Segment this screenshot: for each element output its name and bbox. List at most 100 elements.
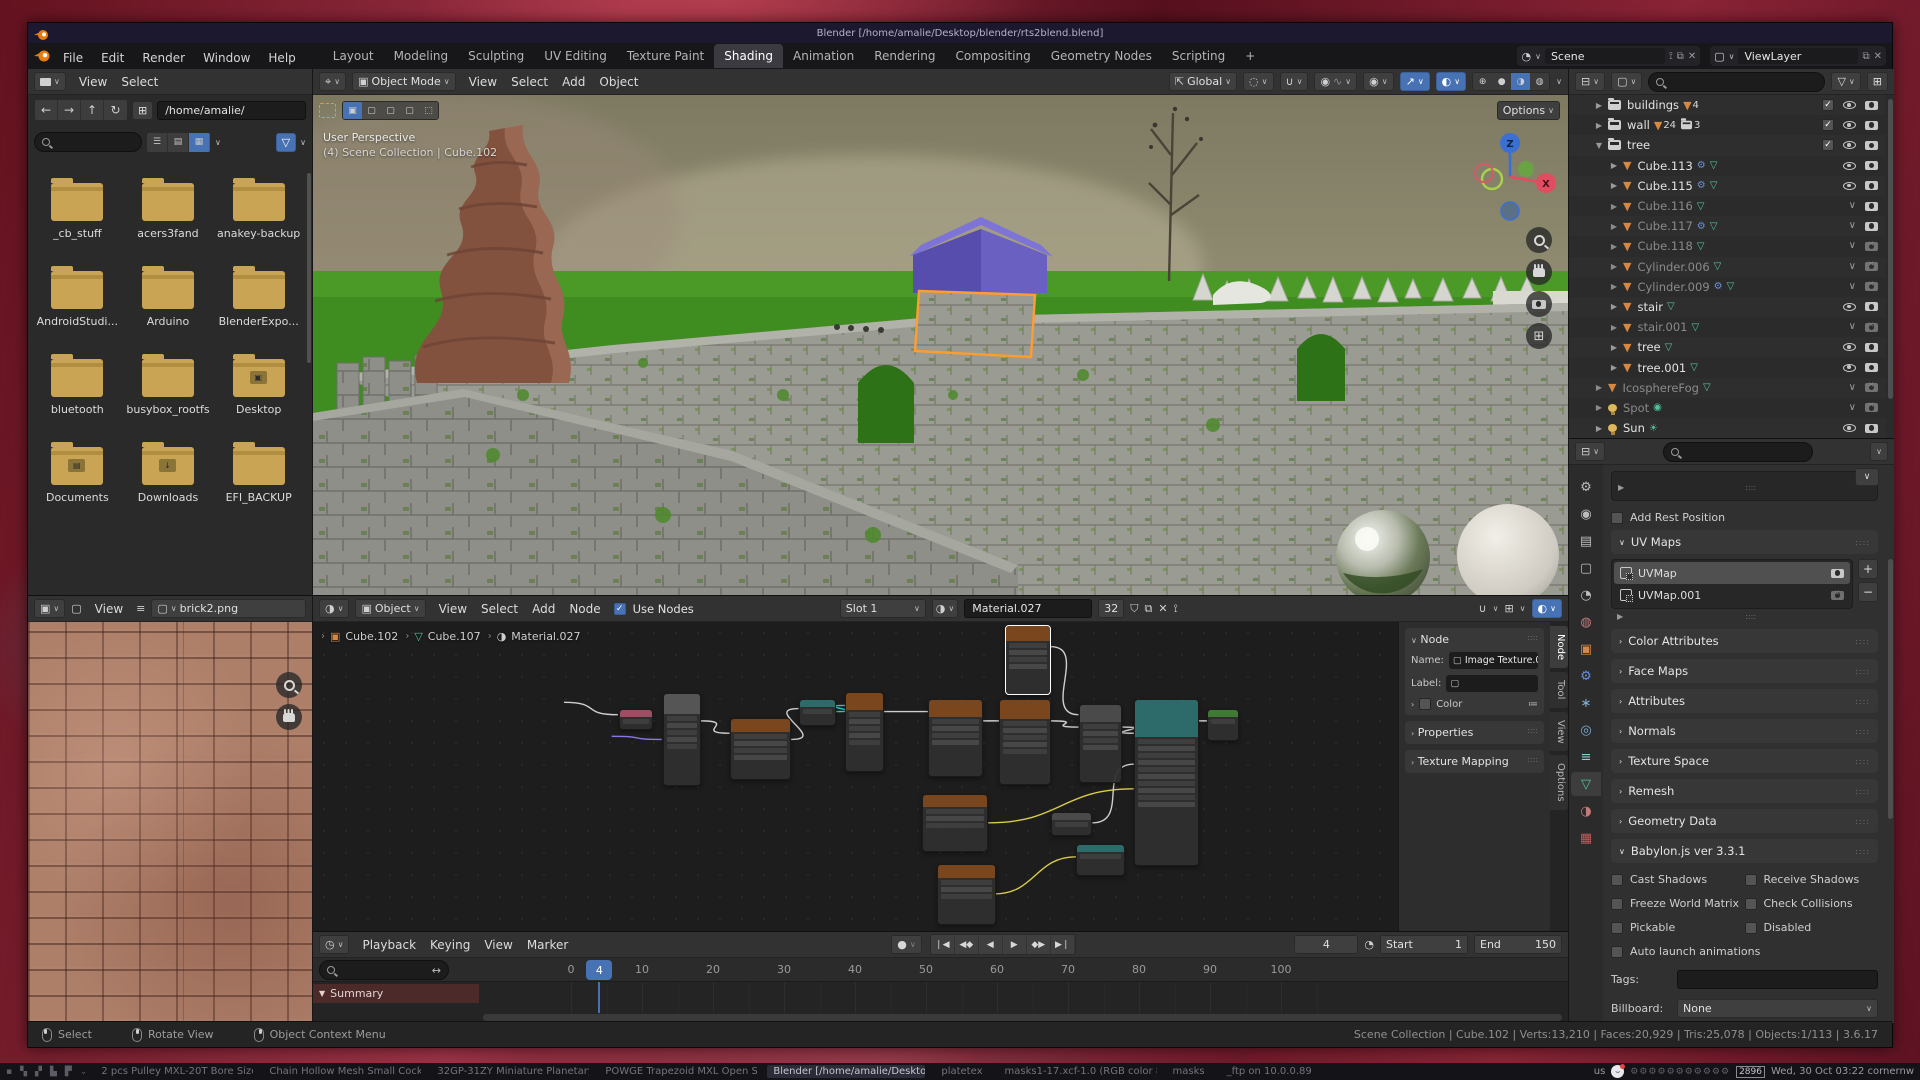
folder-item[interactable]: Arduino — [125, 271, 211, 359]
menu-item[interactable]: Edit — [92, 47, 133, 69]
shader-node[interactable] — [730, 718, 791, 780]
select-box-tool-icon[interactable] — [319, 103, 336, 118]
render-camera-toggle[interactable] — [1865, 141, 1878, 150]
scrollbar[interactable] — [1888, 99, 1893, 399]
collapsed-panel[interactable]: › Texture Mapping:::: — [1405, 750, 1544, 773]
properties-tab[interactable]: ◑ — [1571, 799, 1601, 823]
taskbar-task[interactable]: _ftp on 10.0.0.89 — [1221, 1065, 1318, 1078]
shader-node[interactable] — [799, 699, 837, 726]
properties-tab[interactable]: ◍ — [1571, 610, 1601, 634]
outliner-row[interactable]: ▶ ▼ Cube.117 ⚙ ▽ ∨ — [1569, 216, 1886, 236]
properties-tab[interactable]: ◎ — [1571, 718, 1601, 742]
jump-to-end-button[interactable]: ▶❘ — [1051, 935, 1075, 954]
node-name-field[interactable]: ▢Image Texture.004 — [1449, 652, 1538, 669]
billboard-dropdown[interactable]: None∨ — [1677, 999, 1878, 1018]
outliner-row[interactable]: ▶ ▼ Cube.115 ⚙ ▽ — [1569, 176, 1886, 196]
close-icon[interactable]: ✕ — [1688, 51, 1696, 62]
shader-node[interactable] — [1207, 709, 1240, 741]
menu-item[interactable]: Add — [525, 599, 562, 619]
menu-item[interactable]: View — [432, 599, 474, 619]
workspace-tab[interactable]: Sculpting — [458, 44, 534, 68]
taskbar-task[interactable]: masks1-17.xcf-1.0 (RGB color 8-bit... — [999, 1065, 1157, 1078]
display-list-icon[interactable]: ☰ — [147, 133, 168, 152]
material-users-button[interactable]: 32 — [1098, 599, 1124, 618]
workspace-tab[interactable]: Modeling — [384, 44, 459, 68]
node-canvas[interactable] — [313, 622, 1568, 931]
material-browse-button[interactable]: ◑∨ — [932, 599, 958, 618]
render-camera-toggle[interactable] — [1865, 121, 1878, 130]
properties-search-input[interactable] — [1663, 442, 1813, 462]
slot-dropdown[interactable]: Slot 1∨ — [840, 599, 926, 618]
properties-tab[interactable]: ◉ — [1571, 502, 1601, 526]
shading-solid-icon[interactable]: ● — [1492, 73, 1511, 90]
properties-tab[interactable]: ▢ — [1571, 556, 1601, 580]
sidebar-tab[interactable]: View — [1550, 712, 1568, 752]
tags-input[interactable] — [1677, 970, 1878, 989]
timeline-scrollbar[interactable] — [483, 1014, 1562, 1021]
menu-item[interactable]: Window — [194, 47, 259, 69]
select-intersect-icon[interactable]: ⬚ — [419, 102, 438, 119]
pin-icon[interactable]: ⟟ — [1174, 602, 1178, 616]
collapsed-panel-header[interactable]: ›Geometry Data:::: — [1611, 809, 1878, 833]
folder-item[interactable]: ▣ Desktop — [216, 359, 302, 447]
collapsed-panel-header[interactable]: ›Color Attributes:::: — [1611, 629, 1878, 653]
babylon-checkbox[interactable]: Pickable — [1611, 921, 1745, 934]
select-extend-icon[interactable]: ▢ — [362, 102, 381, 119]
collapsed-panel-header[interactable]: ›Normals:::: — [1611, 719, 1878, 743]
collapse-chevron-icon[interactable]: ⌄ — [80, 1067, 88, 1077]
taskbar-task[interactable]: 32GP-31ZY Miniature Planetary DC... — [431, 1065, 589, 1078]
sidebar-tab[interactable]: Tool — [1550, 672, 1568, 707]
outliner-row[interactable]: ▶ ▼ Cylinder.006 ▽ ∨ — [1569, 257, 1886, 277]
expand-arrow[interactable]: ▶ — [1594, 383, 1604, 392]
workspace-tab[interactable]: Layout — [323, 44, 384, 68]
workspace-tab[interactable]: Geometry Nodes — [1041, 44, 1162, 68]
timeline-tracks[interactable]: ▼Summary — [313, 982, 1568, 1013]
hide-eye-toggle[interactable]: ∨ — [1849, 222, 1856, 230]
render-camera-toggle[interactable] — [1865, 363, 1878, 372]
menu-item[interactable]: Render — [133, 47, 194, 69]
babylon-checkbox[interactable]: Disabled — [1745, 921, 1879, 934]
titlebar[interactable]: Blender [/home/amalie/Desktop/blender/rt… — [28, 23, 1892, 43]
start-frame-field[interactable]: Start1 — [1380, 935, 1468, 954]
filter-dropdown[interactable]: ▽∨ — [1831, 72, 1860, 91]
outliner-row[interactable]: ▼ tree ✓ — [1569, 135, 1886, 155]
hide-eye-toggle[interactable]: ∨ — [1849, 323, 1856, 331]
taskbar-dot-icon[interactable]: ▪ — [6, 1067, 12, 1077]
workspace-icon[interactable]: ▙ — [50, 1067, 57, 1077]
babylon-checkbox[interactable]: Check Collisions — [1745, 897, 1879, 910]
folder-item[interactable]: _cb_stuff — [34, 183, 120, 271]
menu-item[interactable]: Marker — [520, 935, 575, 955]
expand-arrow[interactable]: ▶ — [1609, 222, 1619, 231]
up-button[interactable]: ↑ — [81, 100, 104, 120]
collapsed-panel-header[interactable]: ›Face Maps:::: — [1611, 659, 1878, 683]
copy-icon[interactable]: ⧉ — [1862, 51, 1869, 62]
expand-arrow[interactable]: ▼ — [1594, 141, 1604, 150]
hide-eye-toggle[interactable]: ∨ — [1849, 242, 1856, 250]
color-presets-icon[interactable]: ≔ — [1528, 699, 1538, 710]
object-name[interactable]: Spot — [1623, 401, 1649, 415]
close-icon[interactable]: ✕ — [1874, 51, 1882, 62]
workspace-tab[interactable]: Rendering — [864, 44, 945, 68]
expand-arrow[interactable]: ▶ — [1609, 282, 1619, 291]
uv-map-row[interactable]: UVMap.001 ✕ — [1614, 584, 1850, 606]
object-name[interactable]: Cube.118 — [1637, 239, 1692, 253]
uv-map-row[interactable]: UVMap — [1614, 562, 1850, 584]
menu-item[interactable]: Playback — [355, 935, 423, 955]
tray-icons[interactable]: ⚙⚙⚙⚙⚙⚙⚙⚙⚙⚙⚙ — [1630, 1067, 1730, 1077]
outliner-row[interactable]: ▶ ▼ stair.001 ▽ ∨ ✕ — [1569, 317, 1886, 337]
shader-node[interactable] — [845, 692, 884, 772]
play-button[interactable]: ▶ — [1003, 935, 1027, 954]
unlink-icon[interactable]: ✕ — [1158, 602, 1167, 615]
snap-magnet-button[interactable]: ∪∨ — [1280, 72, 1309, 91]
viewport-camera-icon[interactable] — [1526, 291, 1552, 317]
folder-item[interactable]: busybox_rootfs — [125, 359, 211, 447]
forward-button[interactable]: → — [58, 100, 81, 120]
workspace-icon[interactable]: ▛ — [65, 1067, 72, 1077]
render-camera-toggle[interactable] — [1865, 181, 1878, 190]
collapsed-panel[interactable]: › Properties:::: — [1405, 721, 1544, 744]
folder-item[interactable]: ↓ Downloads — [125, 447, 211, 535]
copy-icon[interactable]: ⧉ — [1677, 51, 1684, 62]
timeline[interactable]: ◷∨ PlaybackKeyingViewMarker ●∨ ❘◀ ◀◆ ◀ ▶… — [313, 931, 1568, 1023]
add-rest-position-checkbox[interactable]: Add Rest Position — [1611, 511, 1878, 524]
hide-eye-toggle[interactable]: ∨ — [1849, 384, 1856, 392]
